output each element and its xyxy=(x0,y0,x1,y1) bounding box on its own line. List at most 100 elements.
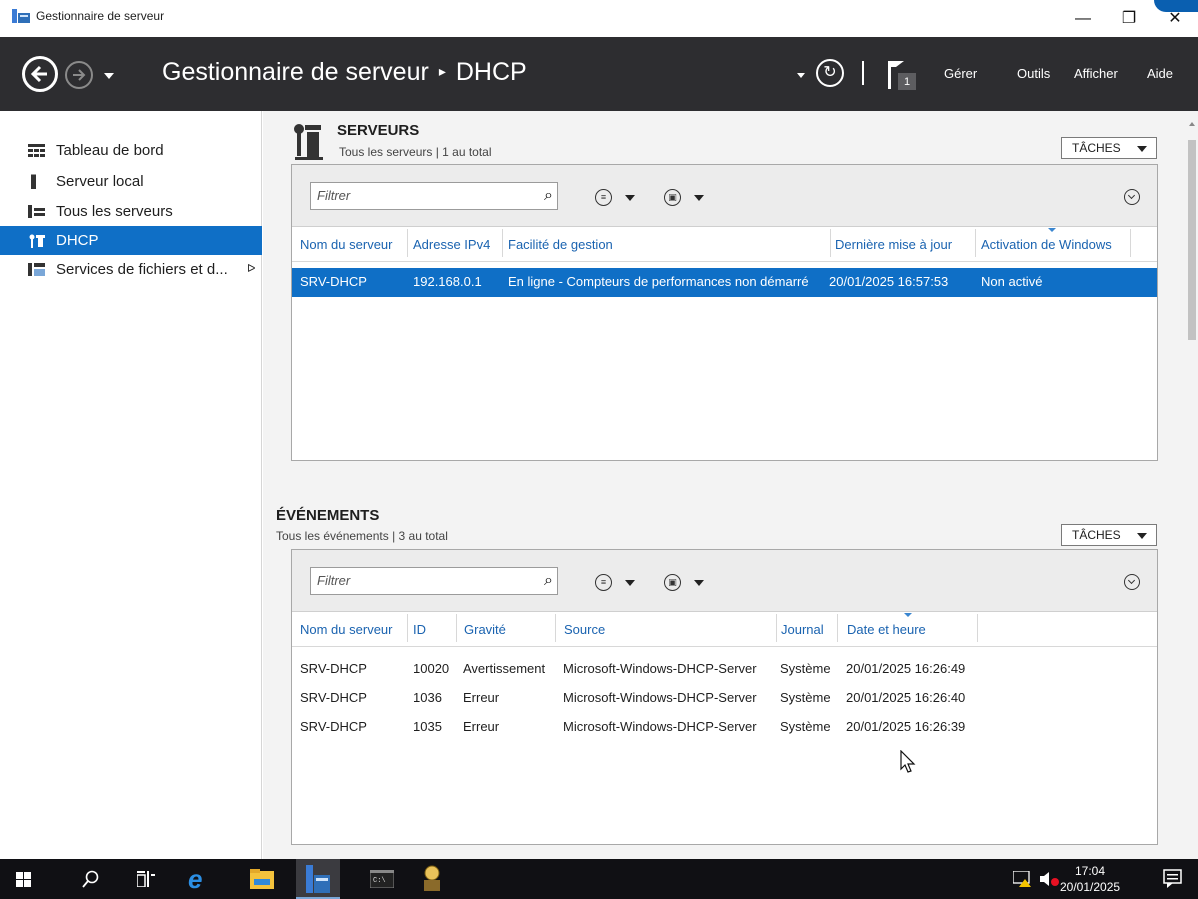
refresh-button[interactable]: ↻ xyxy=(816,59,844,87)
clock-date: 20/01/2025 xyxy=(1060,880,1121,894)
forward-button[interactable] xyxy=(65,61,93,89)
column-divider[interactable] xyxy=(776,614,777,642)
windows-start-icon[interactable] xyxy=(16,872,31,887)
refresh-icon: ↻ xyxy=(823,64,837,81)
search-icon[interactable]: ⌕ xyxy=(544,568,553,594)
vertical-scrollbar[interactable] xyxy=(1186,118,1198,859)
maximize-button[interactable]: ❐ xyxy=(1106,6,1152,32)
col-source[interactable]: Source xyxy=(564,622,605,637)
table-row[interactable]: SRV-DHCP 192.168.0.1 En ligne - Compteur… xyxy=(292,268,1157,297)
expand-collapse-icon[interactable] xyxy=(1124,189,1140,205)
col-journal[interactable]: Journal xyxy=(781,622,824,637)
close-button[interactable]: ✕ xyxy=(1152,6,1198,32)
col-manageability[interactable]: Facilité de gestion xyxy=(508,237,613,252)
minimize-button[interactable]: — xyxy=(1060,6,1106,32)
table-row[interactable]: SRV-DHCP 10020 Avertissement Microsoft-W… xyxy=(292,655,1157,684)
breadcrumb-separator-icon: ▸ xyxy=(438,63,446,79)
col-last-update[interactable]: Dernière mise à jour xyxy=(835,237,952,252)
internet-explorer-icon[interactable]: e xyxy=(186,866,212,892)
column-divider[interactable] xyxy=(407,614,408,642)
column-divider[interactable] xyxy=(555,614,556,642)
server-manager-taskbar-button[interactable] xyxy=(296,859,340,899)
sidebar-item-label: Serveur local xyxy=(56,173,144,190)
sidebar-item-file-services[interactable]: Services de fichiers et d... ᐅ xyxy=(0,255,262,284)
cell-journal: Système xyxy=(780,690,831,705)
column-divider[interactable] xyxy=(456,614,457,642)
list-options-icon[interactable]: ≡ xyxy=(595,189,612,206)
save-query-icon[interactable]: ▣ xyxy=(664,189,681,206)
save-query-dropdown-icon[interactable] xyxy=(694,195,704,201)
expand-collapse-icon[interactable] xyxy=(1124,574,1140,590)
column-divider[interactable] xyxy=(1130,229,1131,257)
servers-tasks-button[interactable]: TÂCHES xyxy=(1061,137,1157,159)
list-options-dropdown-icon[interactable] xyxy=(625,195,635,201)
command-prompt-icon[interactable]: C:\ xyxy=(370,870,394,888)
network-warning-icon[interactable] xyxy=(1013,871,1033,887)
tasks-label: TÂCHES xyxy=(1072,141,1121,155)
cell-source: Microsoft-Windows-DHCP-Server xyxy=(563,690,757,705)
servers-filter-input[interactable]: Filtrer ⌕ xyxy=(310,182,558,210)
events-filter-bar: Filtrer ⌕ ≡ ▣ xyxy=(292,550,1157,612)
breadcrumb-dropdown-icon[interactable] xyxy=(797,73,805,78)
menu-gerer[interactable]: Gérer xyxy=(944,66,977,81)
sidebar-item-local-server[interactable]: Serveur local xyxy=(0,167,262,196)
save-query-dropdown-icon[interactable] xyxy=(694,580,704,586)
cell-date-time: 20/01/2025 16:26:49 xyxy=(846,661,966,676)
cell-server-name: SRV-DHCP xyxy=(300,661,367,676)
breadcrumb-root[interactable]: Gestionnaire de serveur xyxy=(162,58,429,86)
search-icon[interactable]: ⌕ xyxy=(544,183,553,209)
dashboard-icon xyxy=(28,144,45,157)
cell-server-name: SRV-DHCP xyxy=(300,274,367,289)
column-divider[interactable] xyxy=(830,229,831,257)
mouse-cursor-icon xyxy=(900,750,916,773)
scrollbar-thumb[interactable] xyxy=(1188,140,1196,340)
file-explorer-icon[interactable] xyxy=(250,869,274,889)
col-windows-activation[interactable]: Activation de Windows xyxy=(981,237,1112,252)
servers-subtitle: Tous les serveurs | 1 au total xyxy=(339,145,492,159)
column-divider[interactable] xyxy=(407,229,408,257)
column-divider[interactable] xyxy=(837,614,838,642)
sidebar-item-dhcp[interactable]: DHCP xyxy=(0,226,262,255)
col-server-name[interactable]: Nom du serveur xyxy=(300,237,392,252)
menu-outils[interactable]: Outils xyxy=(1017,66,1050,81)
dhcp-console-icon[interactable] xyxy=(420,865,444,893)
filter-placeholder: Filtrer xyxy=(317,573,351,588)
col-date-time[interactable]: Date et heure xyxy=(847,622,926,637)
col-id[interactable]: ID xyxy=(413,622,426,637)
column-divider[interactable] xyxy=(502,229,503,257)
volume-muted-icon[interactable] xyxy=(1040,871,1060,887)
sidebar-item-all-servers[interactable]: Tous les serveurs xyxy=(0,197,262,226)
action-center-icon[interactable] xyxy=(1163,869,1183,889)
scroll-up-icon[interactable] xyxy=(1189,122,1195,126)
back-button[interactable] xyxy=(22,56,58,92)
col-severity[interactable]: Gravité xyxy=(464,622,506,637)
column-divider[interactable] xyxy=(977,614,978,642)
task-view-icon[interactable] xyxy=(137,871,155,887)
sidebar: Tableau de bord Serveur local Tous les s… xyxy=(0,111,262,859)
sidebar-item-dashboard[interactable]: Tableau de bord xyxy=(0,136,262,165)
notifications-button[interactable]: 1 xyxy=(886,59,922,94)
expand-arrow-icon[interactable]: ᐅ xyxy=(247,255,255,284)
column-divider[interactable] xyxy=(975,229,976,257)
col-server-name[interactable]: Nom du serveur xyxy=(300,622,392,637)
table-row[interactable]: SRV-DHCP 1035 Erreur Microsoft-Windows-D… xyxy=(292,713,1157,742)
menu-afficher[interactable]: Afficher xyxy=(1074,66,1118,81)
save-query-icon[interactable]: ▣ xyxy=(664,574,681,591)
search-icon[interactable] xyxy=(82,870,100,888)
sort-indicator-icon xyxy=(1048,228,1056,232)
servers-panel: Filtrer ⌕ ≡ ▣ Nom du serveur Adresse IPv… xyxy=(291,164,1158,461)
list-options-icon[interactable]: ≡ xyxy=(595,574,612,591)
events-filter-input[interactable]: Filtrer ⌕ xyxy=(310,567,558,595)
menu-aide[interactable]: Aide xyxy=(1147,66,1173,81)
servers-column-header: Nom du serveur Adresse IPv4 Facilité de … xyxy=(292,227,1157,262)
sort-indicator-icon xyxy=(904,613,912,617)
table-row[interactable]: SRV-DHCP 1036 Erreur Microsoft-Windows-D… xyxy=(292,684,1157,713)
cell-severity: Avertissement xyxy=(463,661,546,676)
cell-server-name: SRV-DHCP xyxy=(300,690,367,705)
system-clock[interactable]: 17:04 20/01/2025 xyxy=(1060,863,1120,895)
history-dropdown-icon[interactable] xyxy=(104,73,114,79)
list-options-dropdown-icon[interactable] xyxy=(625,580,635,586)
col-ipv4[interactable]: Adresse IPv4 xyxy=(413,237,490,252)
events-tasks-button[interactable]: TÂCHES xyxy=(1061,524,1157,546)
svg-text:C:\: C:\ xyxy=(373,877,386,885)
